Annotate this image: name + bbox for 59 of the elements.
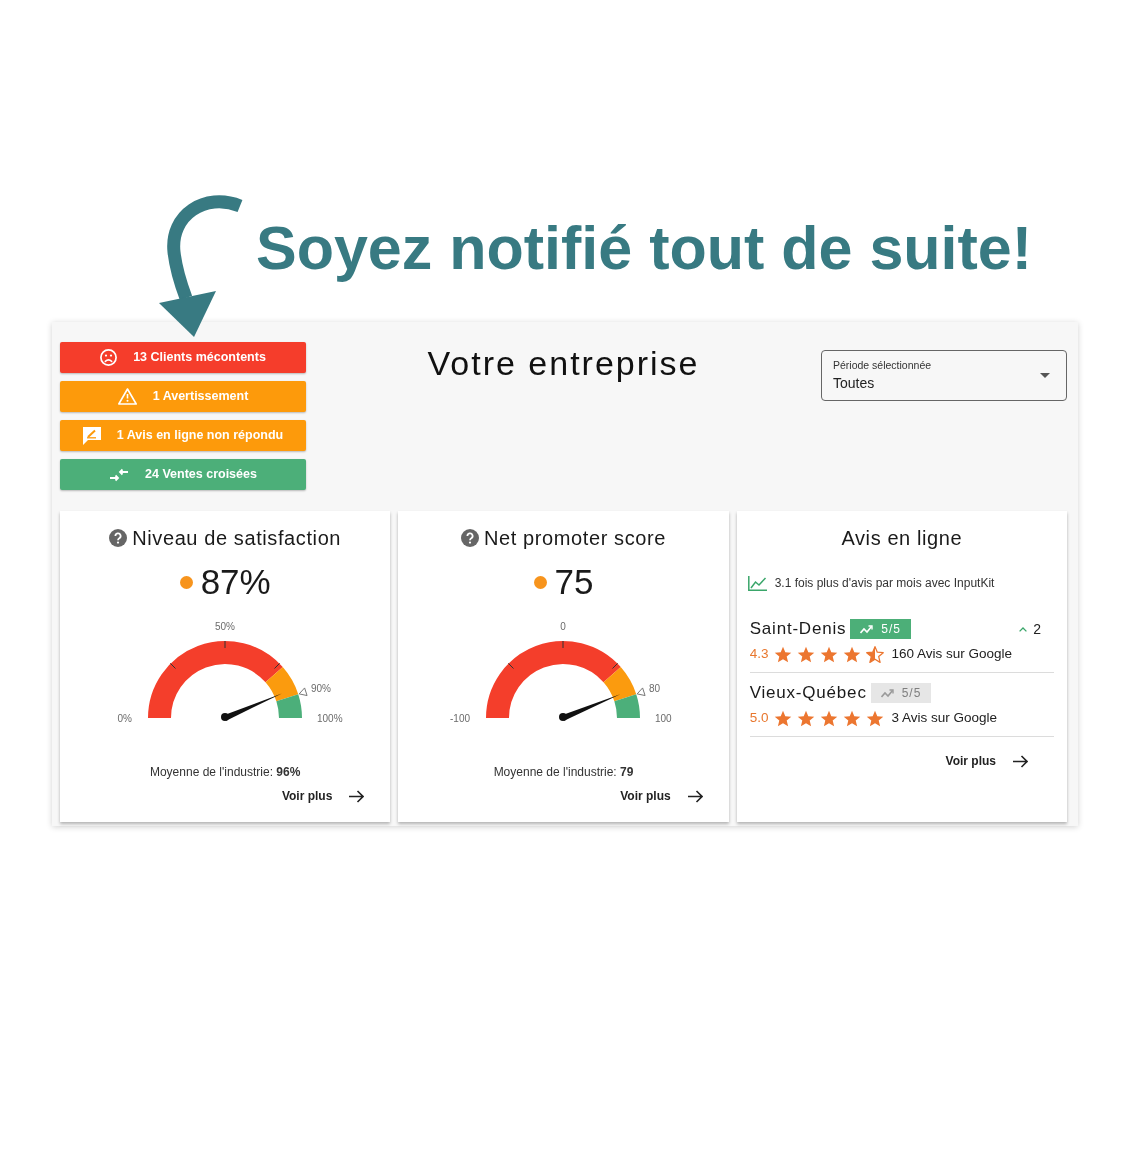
- location-name: Vieux-Québec: [749, 682, 867, 705]
- line-chart-icon: [747, 575, 767, 591]
- industry-average: Moyenne de l'industrie: 79: [493, 764, 634, 780]
- alert-button[interactable]: 13 Clients mécontents: [60, 342, 306, 373]
- select-value: Toutes: [833, 374, 876, 392]
- arrow-right-icon: [687, 789, 703, 803]
- change-value: 2: [1033, 619, 1041, 639]
- rating-value: 4.3: [749, 644, 769, 663]
- star-icon: [774, 709, 793, 727]
- see-more-link[interactable]: Voir plus: [281, 788, 365, 804]
- see-more-link[interactable]: Voir plus: [620, 788, 703, 804]
- warning-icon: [117, 388, 137, 405]
- period-select[interactable]: Période sélectionnée Toutes: [821, 350, 1067, 401]
- gauge-label: 100: [655, 712, 673, 724]
- half-star-icon: [866, 645, 885, 663]
- star-icon: [820, 645, 839, 663]
- star-icon: [797, 709, 816, 727]
- exchange-arrows-icon: [109, 467, 130, 482]
- star-icon: [843, 645, 862, 663]
- star-icon: [866, 709, 885, 727]
- location-name: Saint-Denis: [749, 618, 847, 641]
- arrow-right-icon: [349, 789, 365, 803]
- select-label: Période sélectionnée: [833, 359, 933, 371]
- target-marker-icon: [637, 687, 647, 697]
- card-title: Net promoter score: [484, 526, 666, 551]
- badge-text: 5/5: [881, 621, 902, 638]
- help-icon[interactable]: [109, 529, 128, 547]
- score-value: 87%: [200, 562, 271, 602]
- gauge-label: 90%: [311, 682, 332, 694]
- review-count: 3 Avis sur Google: [891, 708, 997, 727]
- see-more-link[interactable]: Voir plus: [945, 753, 1028, 769]
- arrow-right-icon: [1013, 754, 1028, 768]
- comment-pen-icon: [82, 426, 101, 445]
- help-icon[interactable]: [461, 529, 479, 547]
- badge-text: 5/5: [901, 685, 922, 702]
- gauge-label: 0%: [117, 712, 133, 724]
- star-icon: [797, 645, 816, 663]
- trend-icon: [880, 688, 894, 698]
- gauge-label: 100%: [317, 712, 343, 724]
- gauge-label: 50%: [215, 620, 236, 632]
- star-icon: [774, 645, 793, 663]
- star-icon: [843, 709, 862, 727]
- review-count: 160 Avis sur Google: [891, 644, 1012, 663]
- industry-average: Moyenne de l'industrie: 96%: [149, 764, 301, 780]
- gauge-label: -100: [450, 712, 471, 724]
- star-icon: [820, 709, 839, 727]
- dropdown-caret-icon: [1040, 373, 1050, 378]
- caret-up-icon: [1019, 626, 1028, 632]
- gauge-label: 80: [649, 682, 661, 694]
- trend-icon: [860, 624, 874, 634]
- score-value: 75: [554, 562, 594, 602]
- gauge-label: 0: [560, 620, 567, 632]
- sad-face-icon: [100, 349, 118, 366]
- card-title: Niveau de satisfaction: [132, 526, 342, 551]
- page-title: Votre entreprise: [427, 346, 700, 380]
- card-title: Avis en ligne: [841, 526, 963, 550]
- tip-text: 3.1 fois plus d'avis par mois avec InputKit: [774, 575, 995, 592]
- target-marker-icon: [298, 687, 308, 697]
- rating-value: 5.0: [749, 708, 769, 727]
